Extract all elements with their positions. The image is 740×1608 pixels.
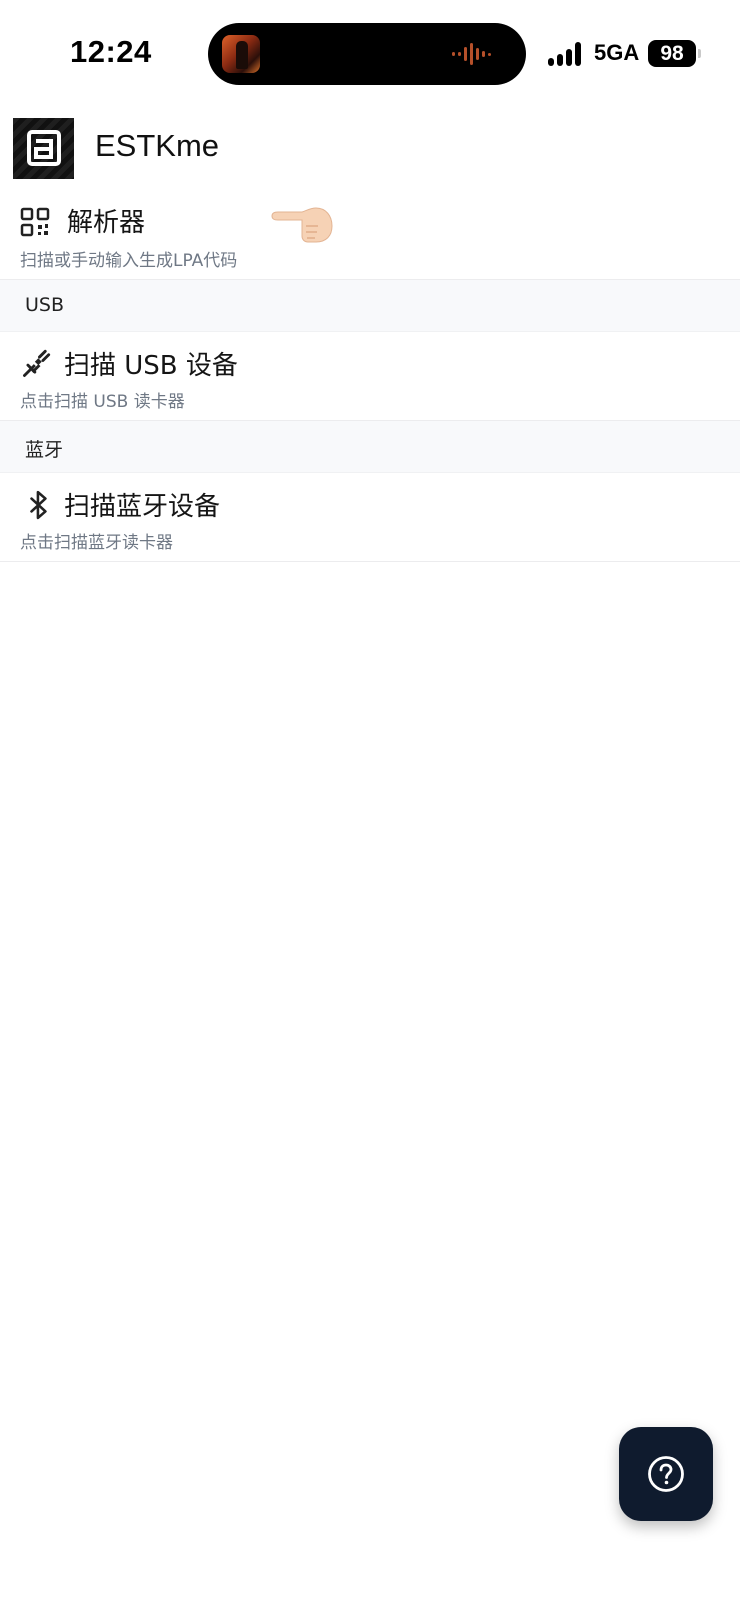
scan-bluetooth-title: 扫描蓝牙设备 — [64, 492, 221, 522]
now-playing-artwork — [222, 35, 260, 73]
parser-subtitle: 扫描或手动输入生成LPA代码 — [20, 251, 238, 271]
status-bar: 12:24 5GA 98 — [0, 0, 740, 108]
bluetooth-section-label: 蓝牙 — [25, 439, 64, 461]
main-list: 解析器 扫描或手动输入生成LPA代码 USB 扫描 USB 设备 点击扫描 US… — [0, 182, 740, 562]
usb-plug-icon — [23, 349, 51, 377]
parser-item[interactable]: 解析器 扫描或手动输入生成LPA代码 — [0, 182, 740, 280]
cellular-signal-icon — [548, 42, 586, 66]
pointing-hand-icon — [271, 207, 333, 243]
bluetooth-section-header: 蓝牙 — [0, 421, 740, 473]
qr-code-icon — [20, 207, 50, 237]
question-circle-icon — [648, 1456, 684, 1492]
audio-waveform-icon — [452, 42, 492, 66]
dynamic-island[interactable] — [208, 23, 526, 85]
scan-usb-item[interactable]: 扫描 USB 设备 点击扫描 USB 读卡器 — [0, 332, 740, 421]
app-header: ESTKme — [0, 114, 740, 180]
scan-usb-subtitle: 点击扫描 USB 读卡器 — [20, 392, 185, 412]
status-time: 12:24 — [70, 34, 152, 69]
scan-bluetooth-item[interactable]: 扫描蓝牙设备 点击扫描蓝牙读卡器 — [0, 473, 740, 562]
scan-usb-title: 扫描 USB 设备 — [64, 351, 238, 381]
app-title: ESTKme — [95, 128, 220, 163]
bluetooth-icon — [30, 490, 47, 520]
parser-title: 解析器 — [67, 208, 146, 238]
estkme-logo-icon — [13, 118, 74, 179]
battery-level: 98 — [648, 40, 696, 67]
network-type: 5GA — [594, 40, 640, 65]
battery-tip — [698, 49, 701, 58]
scan-bluetooth-subtitle: 点击扫描蓝牙读卡器 — [20, 533, 173, 553]
usb-section-header: USB — [0, 280, 740, 332]
help-button[interactable] — [619, 1427, 713, 1521]
usb-section-label: USB — [25, 294, 65, 316]
